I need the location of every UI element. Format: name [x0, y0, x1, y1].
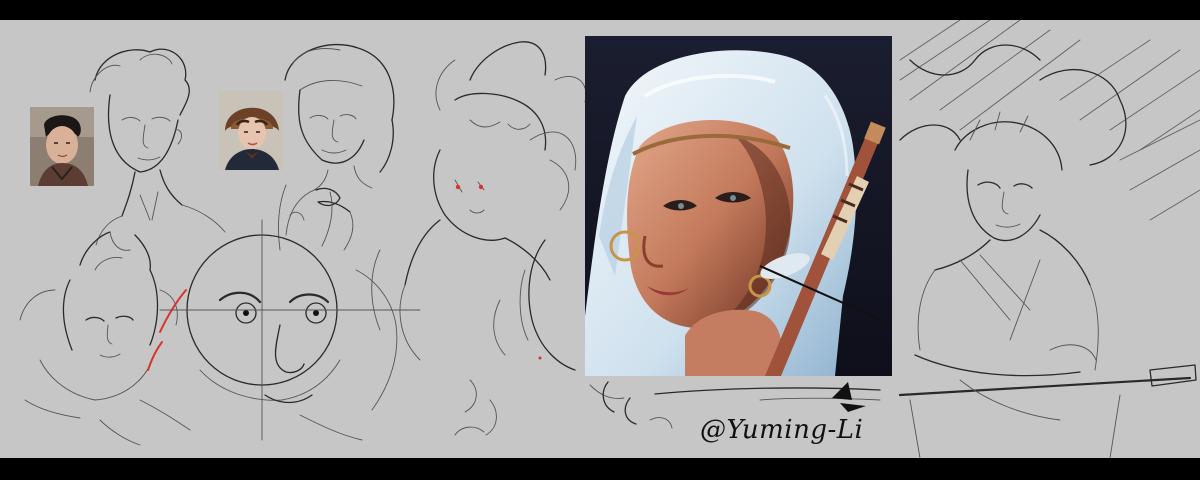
sketch-horned-warrior	[371, 41, 587, 371]
sketch-construction-head	[159, 211, 421, 441]
reference-photo-man	[30, 107, 94, 186]
artist-signature: @Yuming-Li	[700, 415, 864, 445]
letterbox-frame: @Yuming-Li	[0, 0, 1200, 480]
painted-portrait	[585, 36, 892, 376]
sketch-samurai	[898, 20, 1200, 458]
signature-flag-mark	[832, 382, 852, 400]
sketch-woman-bonnet	[277, 43, 395, 251]
sketch-man-portrait	[89, 48, 226, 246]
sketch-horned-figure	[19, 231, 191, 446]
reference-photo-woman	[219, 91, 283, 170]
sketch-canvas: @Yuming-Li	[0, 20, 1200, 458]
